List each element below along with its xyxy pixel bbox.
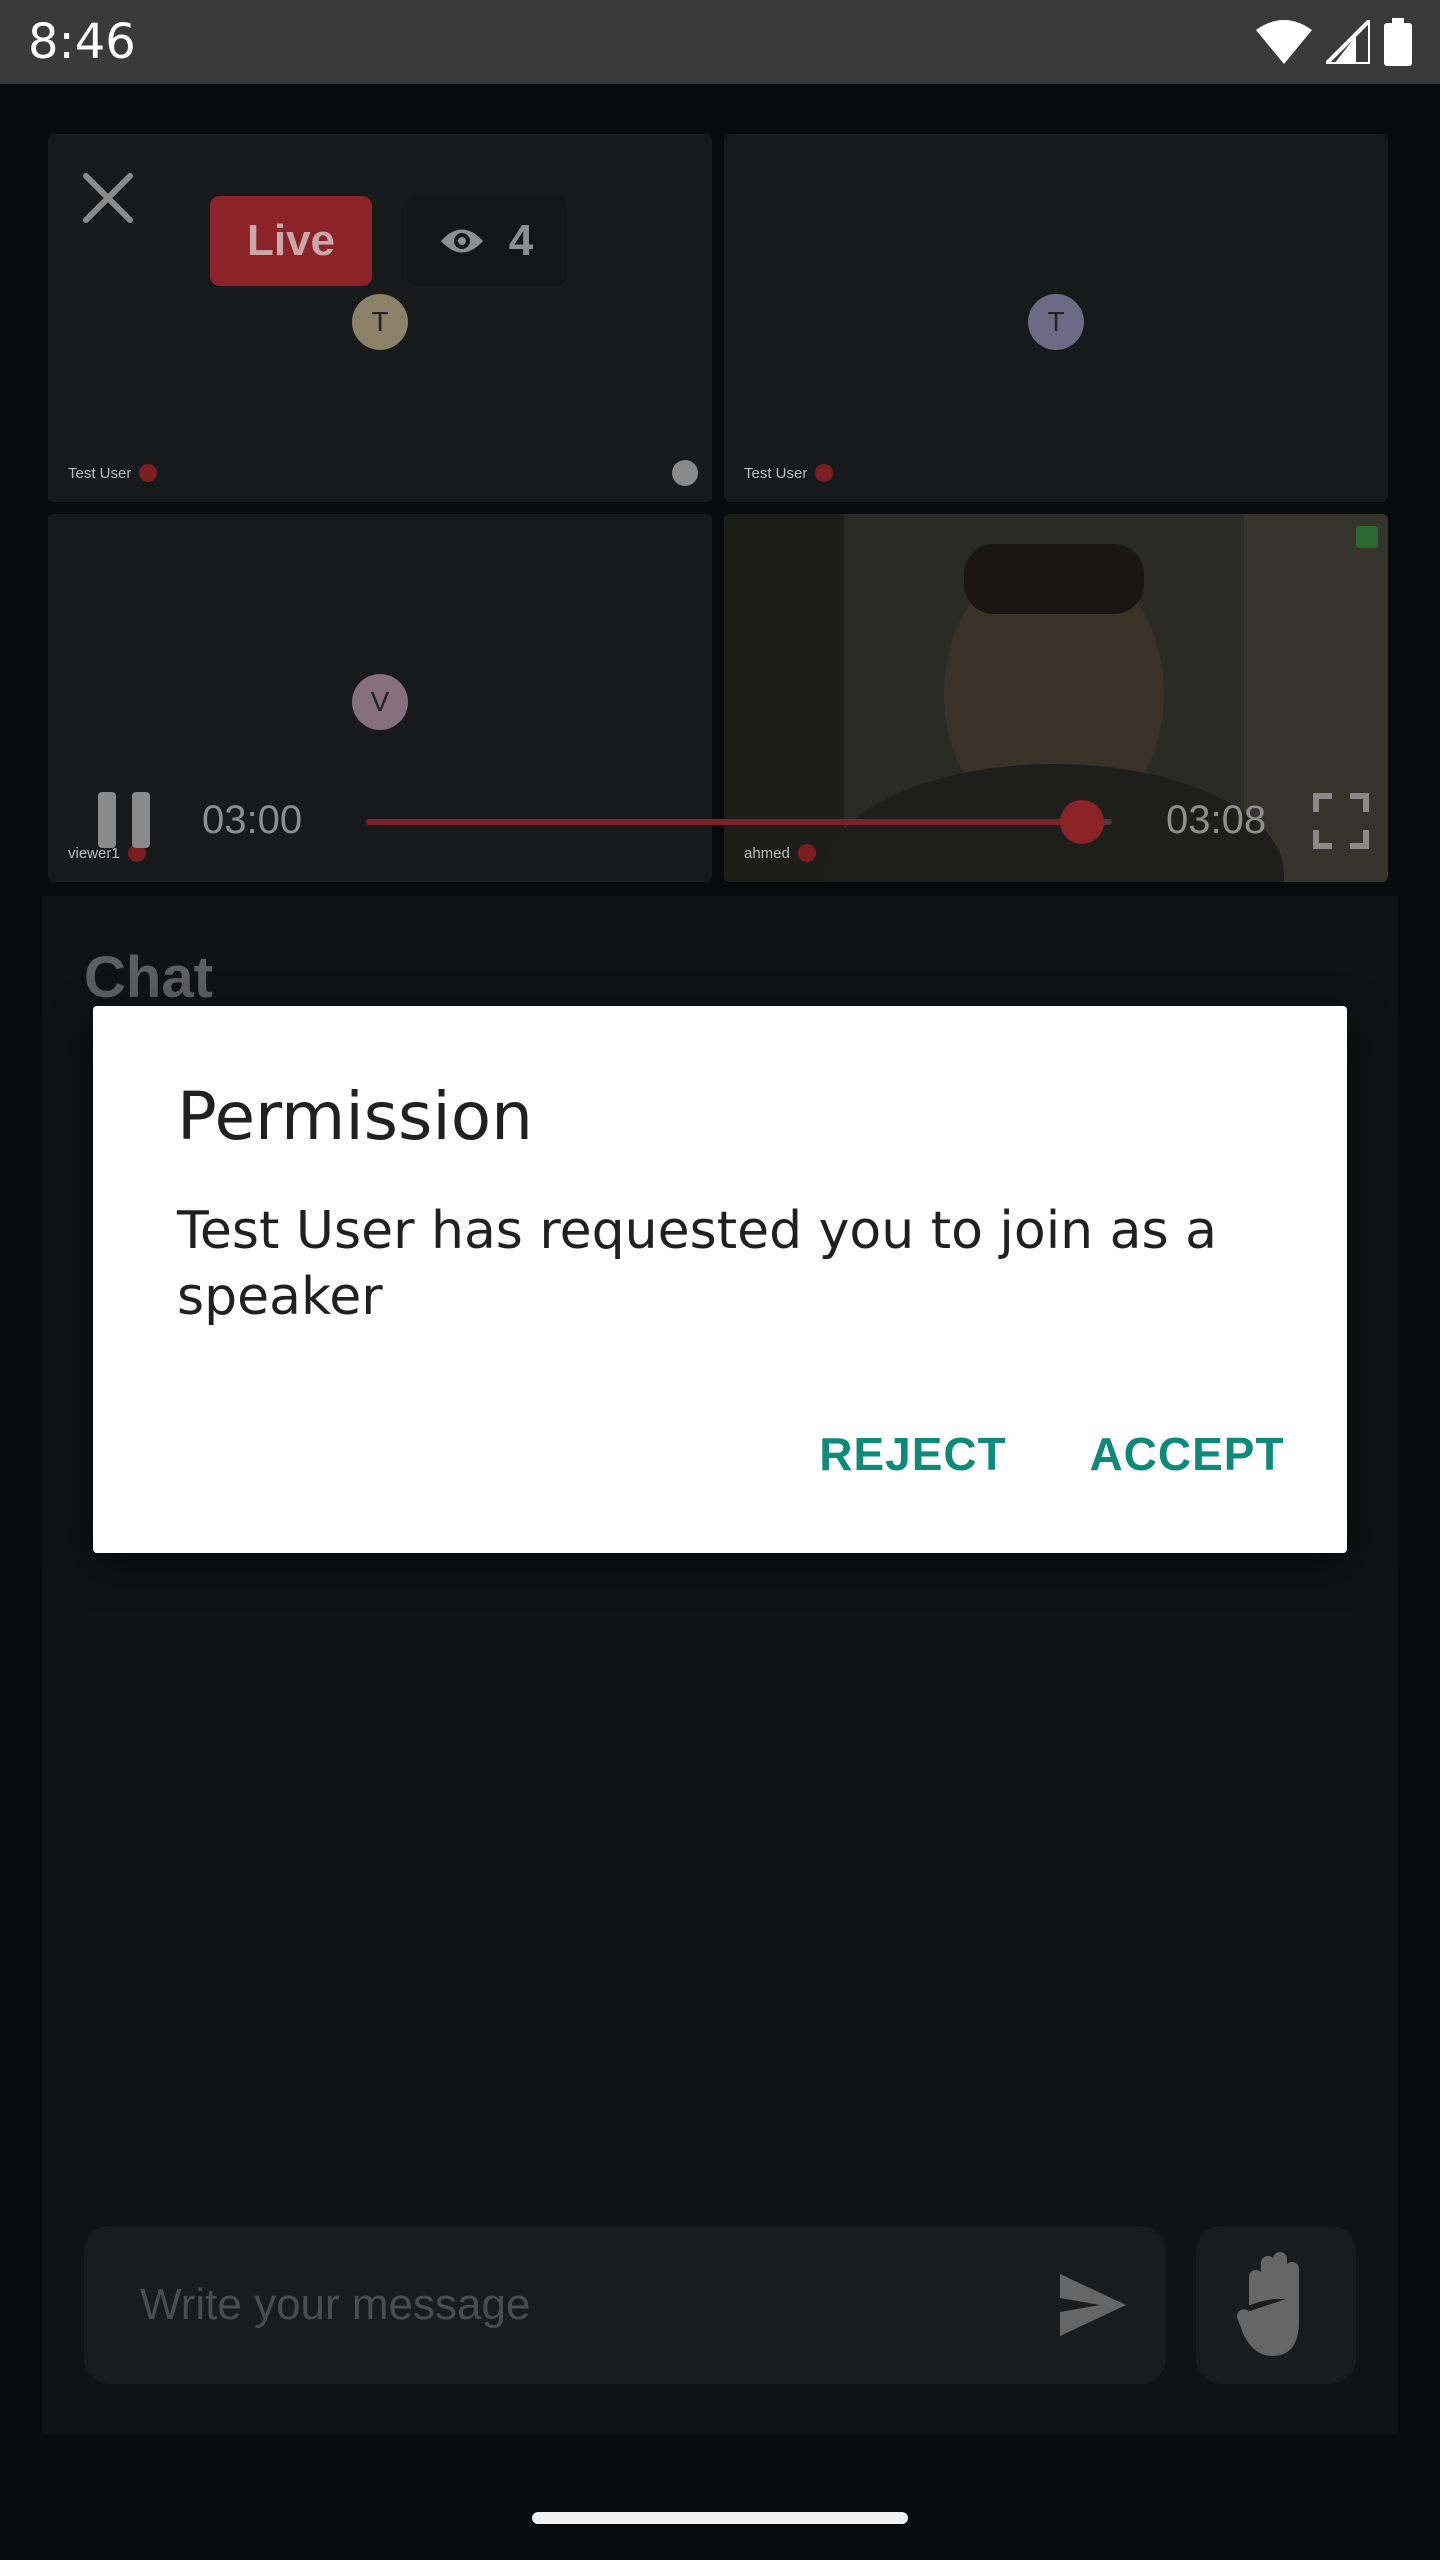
signal-icon <box>1326 20 1370 64</box>
battery-icon <box>1384 18 1412 66</box>
participant-name: Test User <box>744 464 834 482</box>
home-indicator[interactable] <box>532 2512 908 2524</box>
pause-icon <box>98 792 116 848</box>
wifi-icon <box>1256 20 1312 64</box>
live-badge: Live <box>210 196 372 286</box>
mic-off-icon <box>139 464 158 482</box>
current-time: 03:00 <box>202 798 303 842</box>
playback-controls: 03:00 03:08 <box>48 774 1392 874</box>
avatar: V <box>352 674 408 730</box>
message-input[interactable] <box>140 2268 990 2342</box>
fullscreen-icon[interactable] <box>1312 792 1370 850</box>
seek-bar[interactable] <box>366 800 1112 844</box>
close-icon[interactable] <box>78 168 138 228</box>
participant-tile[interactable]: T Test User <box>48 134 712 502</box>
chat-title: Chat <box>84 945 213 1010</box>
pause-button[interactable] <box>98 792 152 848</box>
total-time: 03:08 <box>1166 798 1267 842</box>
participant-tile[interactable]: T Test User <box>724 134 1388 502</box>
raise-hand-button[interactable] <box>1196 2226 1356 2384</box>
seek-bar-progress <box>366 819 1083 825</box>
status-bar: 8:46 <box>0 0 1440 84</box>
seek-bar-thumb[interactable] <box>1060 800 1105 844</box>
pin-icon[interactable] <box>672 460 698 486</box>
status-icons <box>1256 18 1412 66</box>
message-input-container[interactable] <box>84 2226 1166 2384</box>
participant-name: Test User <box>68 464 158 482</box>
dialog-title: Permission <box>177 1078 533 1155</box>
network-quality-icon <box>1356 526 1378 548</box>
dialog-message: Test User has requested you to join as a… <box>177 1201 1217 1327</box>
eye-icon <box>440 229 483 253</box>
status-time: 8:46 <box>28 14 136 70</box>
avatar: T <box>352 294 408 350</box>
raise-hand-icon <box>1236 2252 1299 2357</box>
reject-button[interactable]: REJECT <box>807 1412 1019 1496</box>
avatar: T <box>1028 294 1084 350</box>
permission-dialog: Permission Test User has requested you t… <box>93 1006 1347 1553</box>
viewer-count-badge: 4 <box>406 196 566 286</box>
mic-off-icon <box>815 464 834 482</box>
accept-button[interactable]: ACCEPT <box>1067 1412 1307 1496</box>
send-icon[interactable] <box>1060 2274 1126 2336</box>
